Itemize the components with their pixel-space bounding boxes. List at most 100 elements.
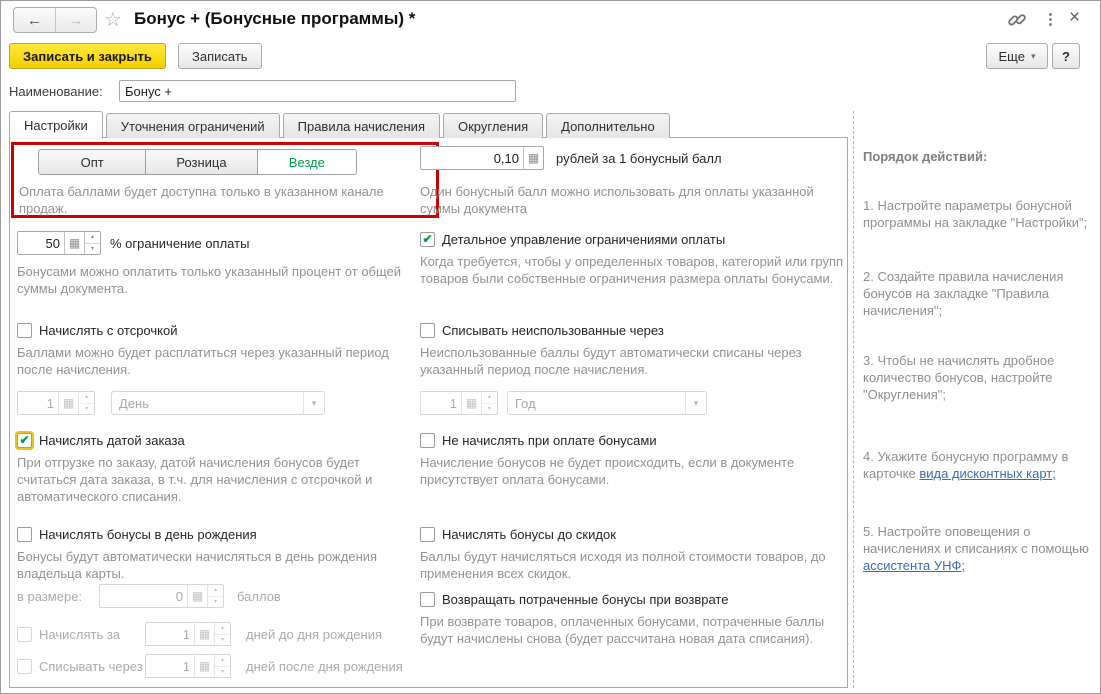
sidebar-title: Порядок действий: — [863, 149, 988, 164]
chevron-down-icon[interactable]: ▾ — [303, 392, 324, 414]
birthday-bonus-row: Начислять бонусы в день рождения — [17, 526, 257, 542]
spin-up-icon: ▴ — [208, 585, 223, 597]
calculator-icon: ▦ — [461, 392, 481, 414]
forward-icon: → — [68, 11, 84, 29]
tab-rounding[interactable]: Округления — [442, 113, 544, 138]
spin-down-icon: ▾ — [84, 405, 88, 412]
no-accrual-row: Не начислять при оплате бонусами — [420, 432, 657, 448]
spinner-control: ▴ ▾ — [214, 623, 230, 645]
birthday-bonus-checkbox[interactable] — [17, 526, 32, 542]
check-icon: ✔ — [19, 433, 30, 447]
detailed-limits-label: Детальное управление ограничениями оплат… — [442, 231, 726, 247]
birthday-before-unit: дней до дня рождения — [246, 627, 383, 642]
birthday-amount-input — [100, 585, 187, 607]
before-discounts-row: Начислять бонусы до скидок — [420, 526, 616, 542]
name-input[interactable] — [119, 80, 516, 102]
favorite-star-icon[interactable]: ☆ — [104, 10, 122, 30]
order-date-label: Начислять датой заказа — [39, 432, 185, 448]
deferred-accrual-hint: Баллами можно будет расплатиться через у… — [17, 345, 389, 377]
order-date-checkbox[interactable]: ✔ — [17, 432, 32, 448]
return-bonuses-hint: При возврате товаров, оплаченных бонусам… — [420, 614, 825, 646]
spin-down-icon: ▾ — [213, 598, 217, 605]
tab-label: Правила начисления — [297, 118, 425, 134]
writeoff-unused-checkbox[interactable] — [420, 322, 435, 338]
calculator-icon: ▦ — [194, 623, 214, 645]
tab-label: Уточнения ограничений — [120, 118, 265, 134]
more-button[interactable]: Еще ▾ — [986, 43, 1048, 69]
before-discounts-checkbox[interactable] — [420, 526, 435, 542]
birthday-bonus-label: Начислять бонусы в день рождения — [39, 526, 257, 542]
return-bonuses-checkbox[interactable] — [420, 591, 435, 607]
spinner-control: ▴ ▾ — [481, 392, 497, 414]
sidebar-step-1: 1. Настройте параметры бонусной программ… — [863, 198, 1088, 230]
no-accrual-checkbox[interactable] — [420, 432, 435, 448]
spinner-control[interactable]: ▴ ▾ — [84, 232, 100, 254]
payment-limit-field: ▦ ▴ ▾ — [17, 231, 101, 255]
bonus-rate-hint: Один бонусный балл можно использовать дл… — [420, 184, 814, 216]
channel-option-retail[interactable]: Розница — [145, 150, 257, 174]
channel-hint: Оплата баллами будет доступна только в у… — [19, 184, 384, 216]
birthday-after-checkbox[interactable] — [17, 658, 32, 674]
deferred-unit-value: День — [119, 395, 149, 411]
birthday-after-row: Списывать через — [17, 658, 143, 674]
calculator-icon[interactable]: ▦ — [523, 147, 543, 169]
detailed-limits-checkbox[interactable]: ✔ — [420, 231, 435, 247]
tab-limit-refinements[interactable]: Уточнения ограничений — [105, 113, 280, 138]
page-title: Бонус + (Бонусные программы) * — [134, 9, 416, 28]
writeoff-unit-value: Год — [515, 395, 536, 411]
tab-bar: Настройки Уточнения ограничений Правила … — [9, 111, 673, 138]
discount-cards-link[interactable]: вида дисконтных карт; — [919, 466, 1056, 481]
help-button[interactable]: ? — [1052, 43, 1080, 69]
payment-limit-label: % ограничение оплаты — [110, 236, 250, 251]
deferred-accrual-checkbox[interactable] — [17, 322, 32, 338]
no-accrual-hint: Начисление бонусов не будет происходить,… — [420, 455, 795, 487]
save-and-close-button[interactable]: Записать и закрыть — [9, 43, 166, 69]
close-icon[interactable]: × — [1069, 7, 1080, 29]
get-link-icon[interactable] — [1007, 10, 1027, 30]
deferred-unit-select: День ▾ — [111, 391, 325, 415]
channel-option-everywhere[interactable]: Везде — [256, 150, 356, 174]
sidebar-step-3: 3. Чтобы не начислять дробное количество… — [863, 353, 1055, 402]
birthday-amount-unit: баллов — [237, 589, 281, 604]
spin-down-icon: ▾ — [220, 668, 224, 675]
save-button[interactable]: Записать — [178, 43, 262, 69]
bonus-rate-field: ▦ — [420, 146, 544, 170]
order-date-hint: При отгрузке по заказу, датой начисления… — [17, 455, 373, 504]
birthday-after-label: Списывать через — [39, 658, 143, 674]
calculator-icon[interactable]: ▦ — [64, 232, 84, 254]
spin-up-icon: ▴ — [482, 392, 497, 404]
calculator-icon: ▦ — [58, 392, 78, 414]
check-icon: ✔ — [422, 232, 433, 246]
calculator-icon: ▦ — [187, 585, 207, 607]
birthday-before-label: Начислять за — [39, 626, 121, 642]
deferred-period-field: ▦ ▴ ▾ — [17, 391, 95, 415]
forward-button[interactable]: → — [55, 8, 96, 32]
tab-additional[interactable]: Дополнительно — [546, 113, 670, 138]
writeoff-period-field: ▦ ▴ ▾ — [420, 391, 498, 415]
back-button[interactable]: ← — [14, 8, 55, 32]
spinner-control: ▴ ▾ — [207, 585, 223, 607]
writeoff-unused-label: Списывать неиспользованные через — [442, 322, 664, 338]
channel-option-opt[interactable]: Опт — [39, 150, 146, 174]
detailed-limits-row: ✔ Детальное управление ограничениями опл… — [420, 231, 725, 247]
sidebar-step-5: 5. Настройте оповещения о начислениях и … — [863, 523, 1091, 574]
tab-accrual-rules[interactable]: Правила начисления — [282, 113, 440, 138]
nav-button-group: ← → — [13, 7, 97, 33]
unf-assistant-link[interactable]: ассистента УНФ; — [863, 558, 965, 573]
form-splitter[interactable] — [853, 111, 854, 688]
sidebar-step-5-text: 5. Настройте оповещения о начислениях и … — [863, 524, 1089, 556]
spin-up-icon: ▴ — [215, 655, 230, 667]
tab-settings[interactable]: Настройки — [9, 111, 103, 138]
birthday-before-checkbox[interactable] — [17, 626, 32, 642]
birthday-amount-label: в размере: — [17, 589, 83, 604]
bonus-rate-input[interactable] — [421, 147, 523, 169]
annotation-red-box: Опт Розница Везде Оплата баллами будет д… — [11, 142, 439, 218]
menu-dots-icon[interactable]: ⋮ — [1043, 10, 1058, 28]
spinner-control: ▴ ▾ — [214, 655, 230, 677]
chevron-down-icon[interactable]: ▾ — [685, 392, 706, 414]
name-field-label: Наименование: — [9, 84, 103, 99]
payment-limit-input[interactable] — [18, 232, 64, 254]
return-bonuses-label: Возвращать потраченные бонусы при возвра… — [442, 591, 729, 607]
settings-tab-panel: Опт Розница Везде Оплата баллами будет д… — [9, 137, 848, 688]
birthday-before-input — [146, 623, 194, 645]
